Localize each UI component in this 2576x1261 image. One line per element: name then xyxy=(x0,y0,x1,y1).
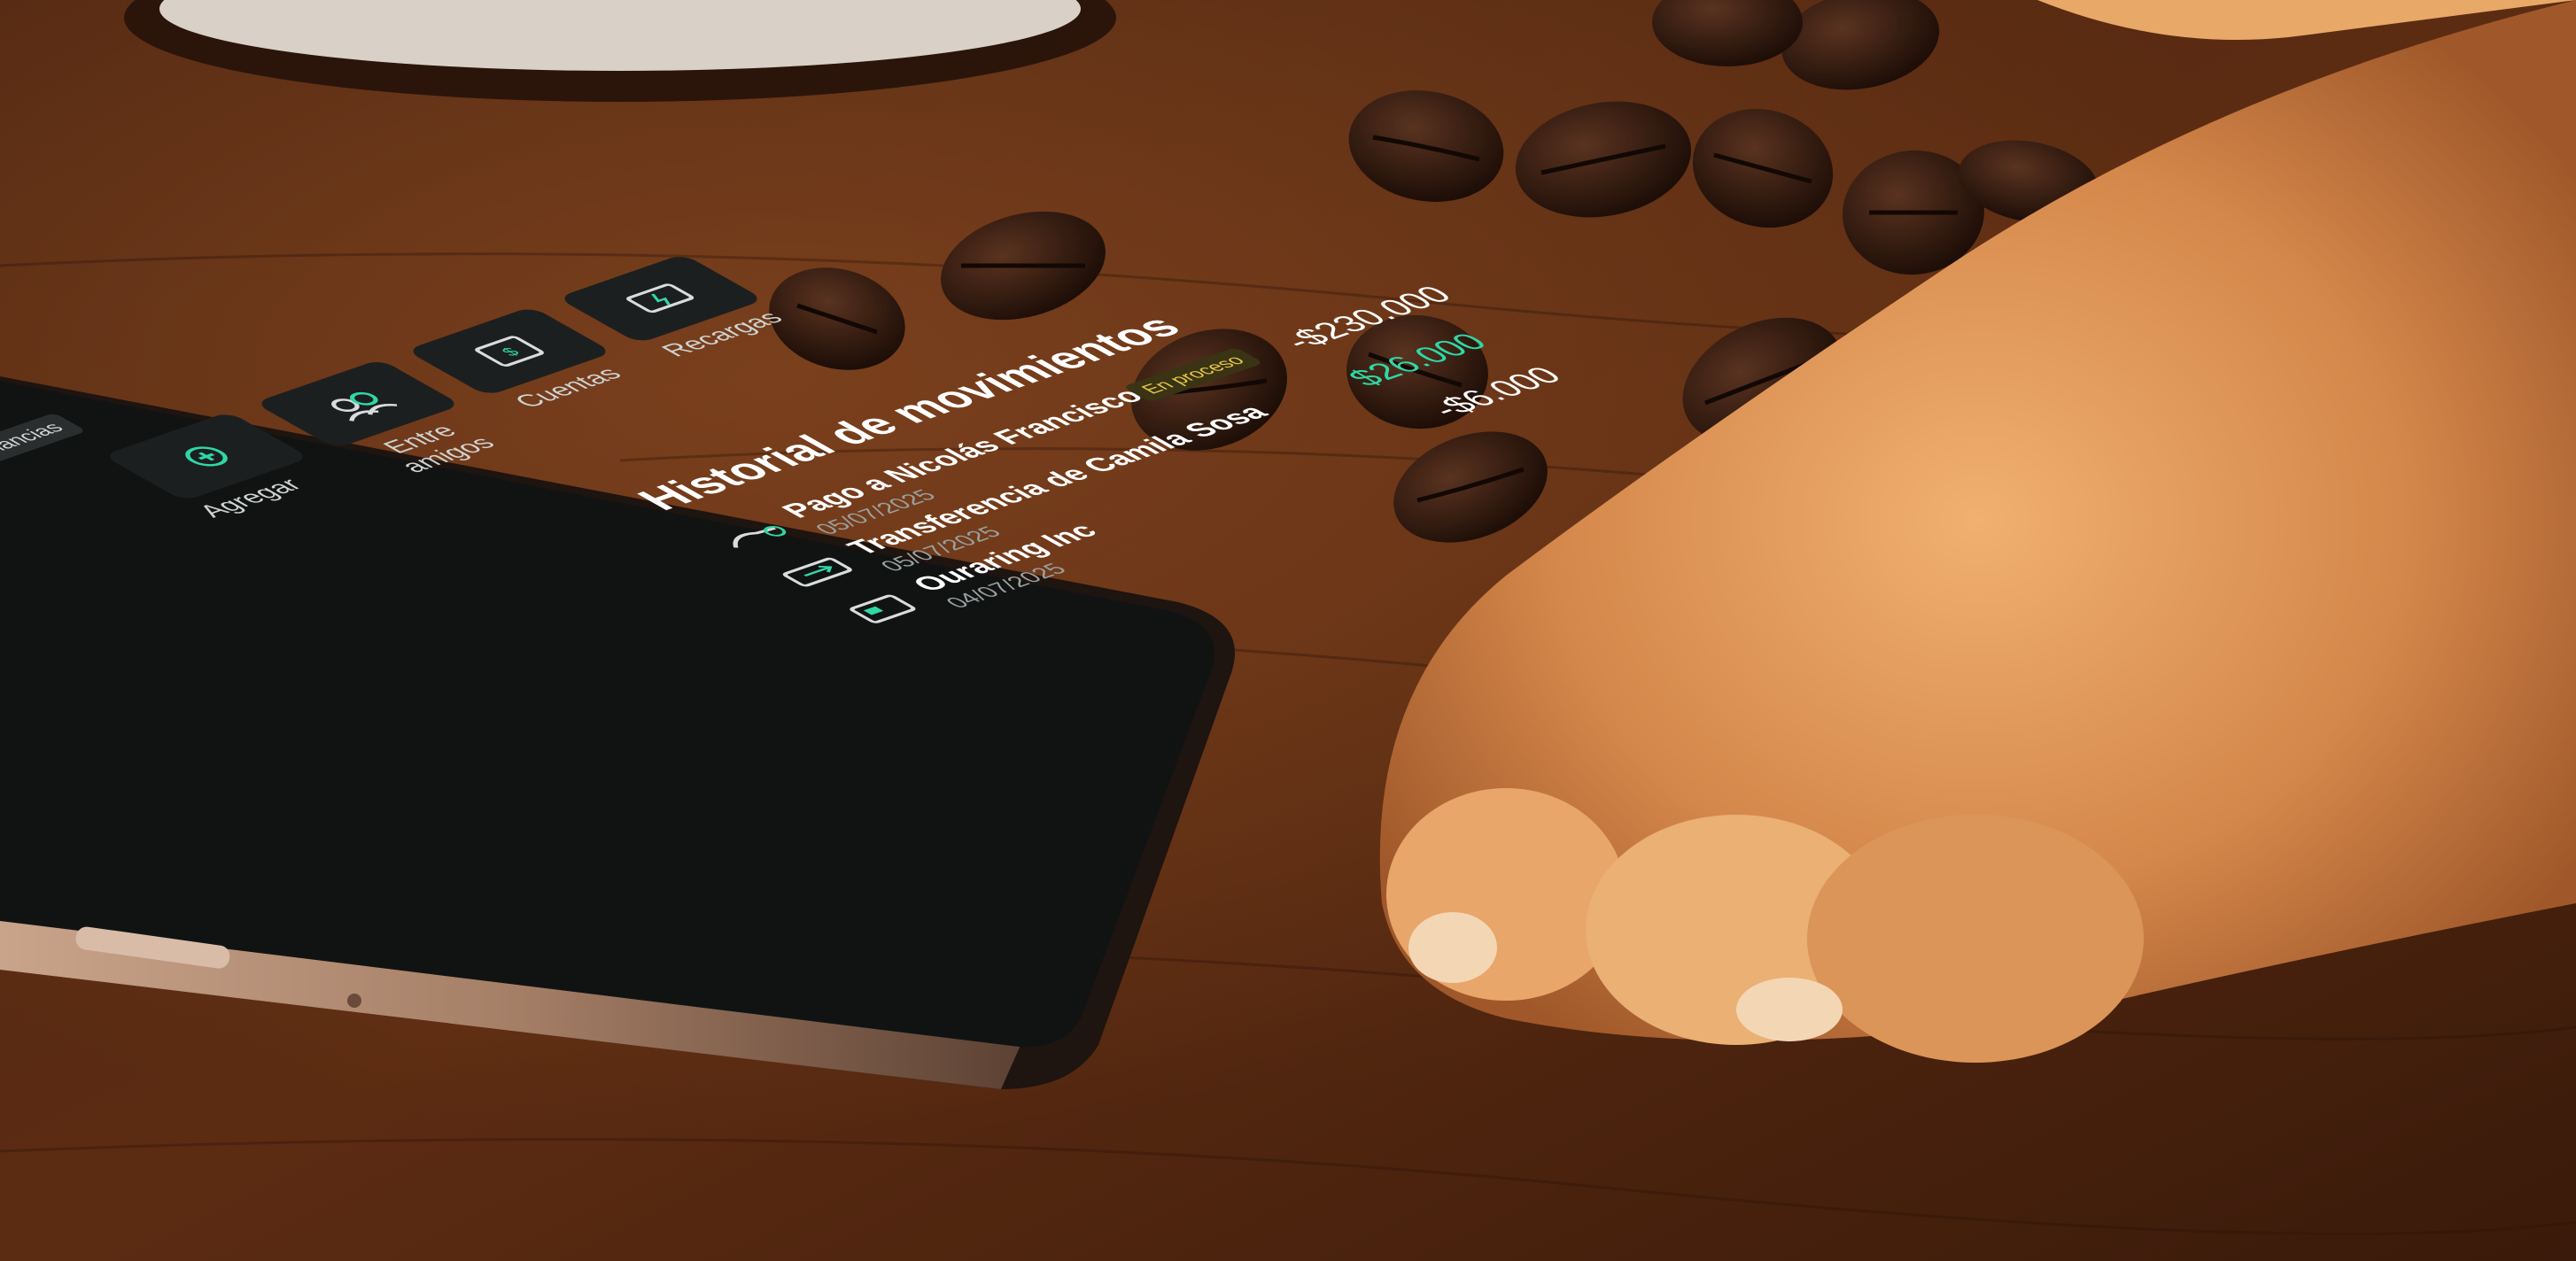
transfer-icon xyxy=(782,557,852,587)
accounts-icon: $ xyxy=(475,336,544,367)
status-badge: En proceso xyxy=(1122,347,1264,403)
svg-text:$: $ xyxy=(497,345,525,359)
movement-amount: $26.000 xyxy=(1338,329,1497,391)
recharge-icon xyxy=(626,283,694,313)
add-money-icon xyxy=(185,446,228,467)
payment-icon xyxy=(733,525,787,548)
friends-icon xyxy=(331,391,398,422)
